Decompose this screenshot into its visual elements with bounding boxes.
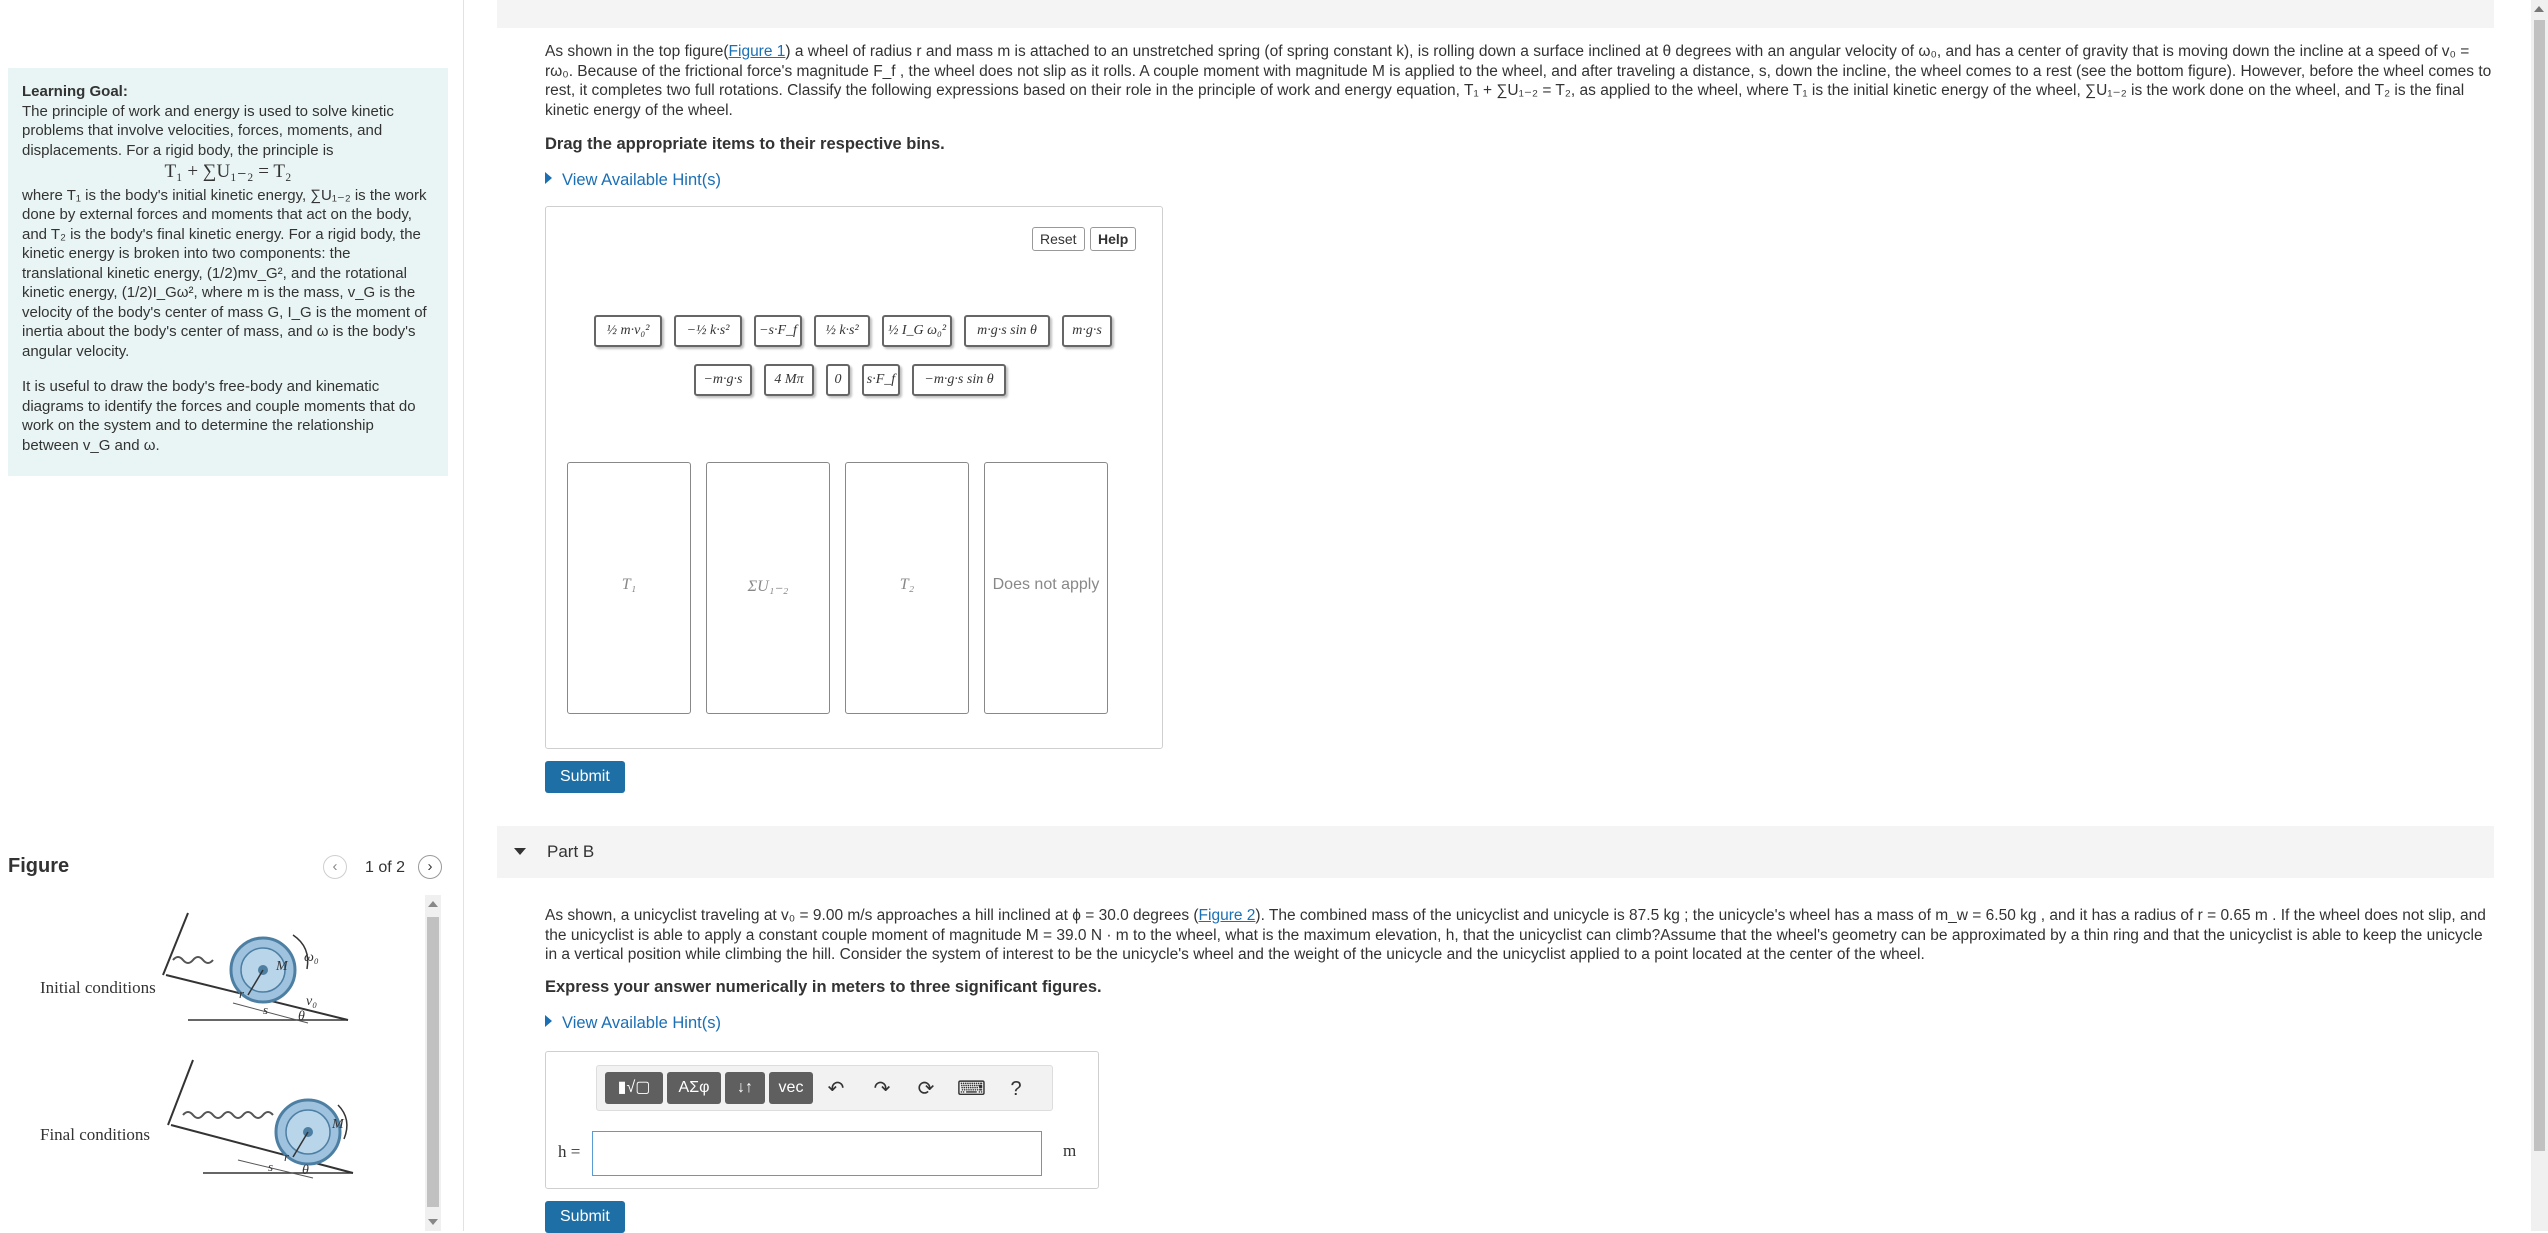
keyboard-icon[interactable]: ⌨: [957, 1076, 986, 1102]
partB-instruction: Express your answer numerically in meter…: [545, 978, 1102, 996]
figure-title: Figure: [8, 855, 70, 877]
radius-label-bottom: r: [284, 1149, 290, 1164]
learning-goal-body: where T₁ is the body's initial kinetic e…: [22, 186, 427, 360]
caret-down-icon: [514, 848, 526, 855]
scroll-thumb[interactable]: [427, 917, 439, 1207]
learning-goal-title: Learning Goal:: [22, 83, 128, 100]
partB-problem-pre: As shown, a unicyclist traveling at v₀ =…: [545, 907, 1199, 924]
figure-prev-button[interactable]: ‹: [323, 855, 347, 879]
bin-T2[interactable]: T₂: [845, 462, 969, 714]
partB-hint-toggle[interactable]: View Available Hint(s): [545, 1014, 721, 1033]
velocity-label: v₀: [306, 994, 318, 1009]
arrows-button[interactable]: ↓↑: [725, 1072, 765, 1104]
scroll-up-arrow[interactable]: [428, 901, 438, 907]
drag-and-drop-panel: Reset Help ½ m·v₀² −½ k·s² −s·F_f ½ k·s²…: [545, 206, 1163, 749]
partA-hint-label: View Available Hint(s): [562, 171, 721, 189]
figure-image: Initial conditions Final conditions ω₀ M…: [8, 895, 428, 1231]
tile-neg-half-k-s-squared[interactable]: −½ k·s²: [674, 315, 742, 347]
tile-neg-s-Ff[interactable]: −s·F_f: [754, 315, 802, 347]
figure-2-link[interactable]: Figure 2: [1199, 907, 1256, 924]
distance-label-bottom: s: [268, 1159, 274, 1174]
answer-unit: m: [1063, 1141, 1077, 1160]
tile-m-g-s[interactable]: m·g·s: [1062, 315, 1112, 347]
partB-header[interactable]: Part B: [497, 826, 2494, 878]
partA-hint-toggle[interactable]: View Available Hint(s): [545, 171, 721, 190]
chevron-left-icon: ‹: [332, 858, 338, 875]
bin-T1[interactable]: T₁: [567, 462, 691, 714]
theta-label-top: θ: [298, 1009, 305, 1024]
partA-problem-pre: As shown in the top figure(: [545, 43, 729, 60]
partA-problem-text: As shown in the top figure(Figure 1) a w…: [545, 42, 2495, 120]
partB-problem-text: As shown, a unicyclist traveling at v₀ =…: [545, 906, 2495, 965]
undo-icon[interactable]: ↶: [823, 1076, 849, 1102]
chevron-right-icon: ›: [427, 858, 433, 875]
answer-input[interactable]: [592, 1131, 1042, 1176]
learning-goal-intro: The principle of work and energy is used…: [22, 102, 394, 159]
figure-scrollbar[interactable]: [425, 895, 441, 1231]
theta-label-bottom: θ: [302, 1163, 309, 1178]
top-strip: [497, 0, 2494, 28]
partB-hint-label: View Available Hint(s): [562, 1014, 721, 1032]
help-icon[interactable]: ?: [1003, 1076, 1029, 1102]
tile-half-IG-omega0-squared[interactable]: ½ I_G ω₀²: [882, 315, 952, 347]
bin-does-not-apply-label: Does not apply: [992, 576, 1100, 593]
bin-does-not-apply[interactable]: Does not apply: [984, 462, 1108, 714]
moment-label-top: M: [276, 959, 288, 974]
tile-s-Ff[interactable]: s·F_f: [862, 364, 900, 396]
scroll-up-arrow[interactable]: [2534, 6, 2544, 12]
scroll-down-arrow[interactable]: [428, 1219, 438, 1225]
omega-label: ω₀: [304, 950, 319, 965]
tile-half-m-v0-squared[interactable]: ½ m·v₀²: [594, 315, 662, 347]
partA-instruction: Drag the appropriate items to their resp…: [545, 135, 945, 153]
reset-icon[interactable]: ⟳: [913, 1076, 939, 1102]
tile-half-k-s-squared[interactable]: ½ k·s²: [814, 315, 870, 347]
symbols-button[interactable]: ΑΣφ: [667, 1072, 721, 1104]
partB-submit-button[interactable]: Submit: [545, 1201, 625, 1233]
bin-T2-label: T₂: [899, 576, 915, 593]
bin-T1-label: T₁: [621, 576, 637, 593]
figure-counter: 1 of 2: [365, 859, 406, 876]
reset-button[interactable]: Reset: [1032, 227, 1085, 251]
learning-goal-equation: T₁ + ∑U₁₋₂ = T₂: [164, 161, 292, 182]
redo-icon[interactable]: ↷: [869, 1076, 895, 1102]
caret-right-icon: [545, 1015, 552, 1027]
distance-label-top: s: [263, 1002, 269, 1017]
left-pane: Learning Goal: The principle of work and…: [0, 0, 455, 1231]
learning-goal-box: Learning Goal: The principle of work and…: [8, 68, 448, 476]
partA-problem-post: ) a wheel of radius r and mass m is atta…: [545, 43, 2492, 119]
figure-next-button[interactable]: ›: [418, 855, 442, 879]
tile-neg-m-g-s[interactable]: −m·g·s: [694, 364, 752, 396]
caret-right-icon: [545, 172, 552, 184]
window-scrollbar[interactable]: [2531, 0, 2548, 1231]
moment-label-bottom: M: [332, 1117, 344, 1132]
radius-label-top: r: [239, 986, 245, 1001]
help-button[interactable]: Help: [1090, 227, 1137, 251]
figure-1-link[interactable]: Figure 1: [729, 43, 786, 60]
scroll-thumb[interactable]: [2534, 20, 2545, 1151]
tile-zero[interactable]: 0: [826, 364, 850, 396]
bin-sum-U12-label: ΣU₁₋₂: [747, 578, 789, 595]
partB-title: Part B: [547, 842, 595, 861]
wheel-incline-diagram: [162, 912, 354, 1179]
partA-submit-button[interactable]: Submit: [545, 761, 625, 793]
templates-button[interactable]: ▮√▢: [605, 1072, 663, 1104]
answer-label: h =: [558, 1142, 581, 1161]
pane-divider: [463, 0, 464, 1231]
tile-neg-m-g-s-sin-theta[interactable]: −m·g·s sin θ: [912, 364, 1006, 396]
tile-4-M-pi[interactable]: 4 Mπ: [764, 364, 814, 396]
vec-button[interactable]: vec: [769, 1072, 813, 1104]
tile-m-g-s-sin-theta[interactable]: m·g·s sin θ: [964, 315, 1050, 347]
answer-panel: ▮√▢ ΑΣφ ↓↑ vec ↶ ↷ ⟳ ⌨ ? h = m: [545, 1051, 1099, 1189]
learning-goal-tip: It is useful to draw the body's free-bod…: [22, 378, 416, 454]
bin-sum-U12[interactable]: ΣU₁₋₂: [706, 462, 830, 714]
math-toolbar: ▮√▢ ΑΣφ ↓↑ vec ↶ ↷ ⟳ ⌨ ?: [596, 1065, 1053, 1111]
figure-header: Figure ‹ 1 of 2 ›: [8, 853, 453, 883]
right-pane: As shown in the top figure(Figure 1) a w…: [497, 0, 2497, 1233]
